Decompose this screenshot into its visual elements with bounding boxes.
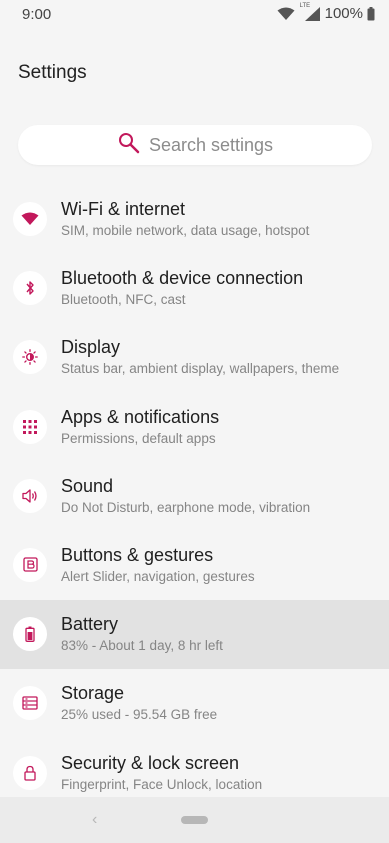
setting-title: Security & lock screen — [61, 752, 240, 773]
setting-subtitle: 25% used - 95.54 GB free — [61, 707, 218, 723]
search-bar[interactable]: Search settings — [18, 125, 372, 165]
setting-title: Sound — [61, 475, 114, 496]
setting-title: Bluetooth & device connection — [61, 268, 304, 289]
setting-subtitle: Permissions, default apps — [61, 430, 216, 446]
status-bar: 9:00 LTE 100% — [0, 0, 389, 30]
wifi-icon — [13, 202, 47, 236]
navigation-bar: ‹ — [0, 797, 389, 843]
battery-status-icon — [367, 6, 375, 21]
button-icon — [13, 547, 47, 582]
setting-subtitle: Bluetooth, NFC, cast — [61, 292, 186, 308]
volume-icon — [13, 478, 47, 513]
setting-title: Display — [61, 337, 121, 358]
wifi-status-icon — [277, 7, 295, 21]
setting-wifi-internet[interactable]: Wi-Fi & internet SIM, mobile network, da… — [0, 185, 389, 254]
setting-storage[interactable]: Storage 25% used - 95.54 GB free — [0, 669, 389, 738]
search-icon — [117, 131, 141, 160]
status-icons: LTE 100% — [277, 3, 375, 22]
setting-title: Battery — [61, 614, 119, 635]
setting-title: Apps & notifications — [61, 406, 220, 427]
storage-icon — [13, 686, 47, 721]
setting-subtitle: 83% - About 1 day, 8 hr left — [61, 638, 223, 654]
home-pill-button[interactable] — [181, 816, 208, 824]
bluetooth-icon — [13, 271, 47, 306]
back-chevron-icon[interactable]: ‹ — [92, 811, 97, 829]
setting-battery[interactable]: Battery 83% - About 1 day, 8 hr left — [0, 600, 389, 670]
setting-title: Buttons & gestures — [61, 544, 214, 565]
setting-subtitle: Do Not Disturb, earphone mode, vibration — [61, 499, 311, 515]
battery-status-text: 100% — [324, 5, 363, 22]
setting-subtitle: Alert Slider, navigation, gestures — [61, 568, 255, 584]
settings-list: Wi-Fi & internet SIM, mobile network, da… — [0, 185, 389, 808]
page-title: Settings — [18, 62, 87, 83]
setting-sound[interactable]: Sound Do Not Disturb, earphone mode, vib… — [0, 462, 389, 531]
brightness-icon — [13, 340, 47, 375]
lock-icon — [13, 755, 47, 790]
search-placeholder: Search settings — [148, 134, 274, 155]
setting-subtitle: Fingerprint, Face Unlock, location — [61, 776, 263, 792]
setting-subtitle: SIM, mobile network, data usage, hotspot — [61, 223, 310, 238]
setting-title: Wi-Fi & internet — [61, 199, 186, 219]
setting-buttons-gestures[interactable]: Buttons & gestures Alert Slider, navigat… — [0, 531, 389, 600]
apps-grid-icon — [13, 409, 47, 444]
battery-icon — [13, 617, 47, 652]
setting-title: Storage — [61, 683, 125, 704]
setting-bluetooth[interactable]: Bluetooth & device connection Bluetooth,… — [0, 254, 389, 323]
setting-subtitle: Status bar, ambient display, wallpapers,… — [61, 361, 340, 377]
signal-lte-icon: LTE — [299, 3, 321, 22]
setting-apps-notifications[interactable]: Apps & notifications Permissions, defaul… — [0, 393, 389, 462]
setting-display[interactable]: Display Status bar, ambient display, wal… — [0, 323, 389, 392]
status-time: 9:00 — [22, 6, 52, 23]
